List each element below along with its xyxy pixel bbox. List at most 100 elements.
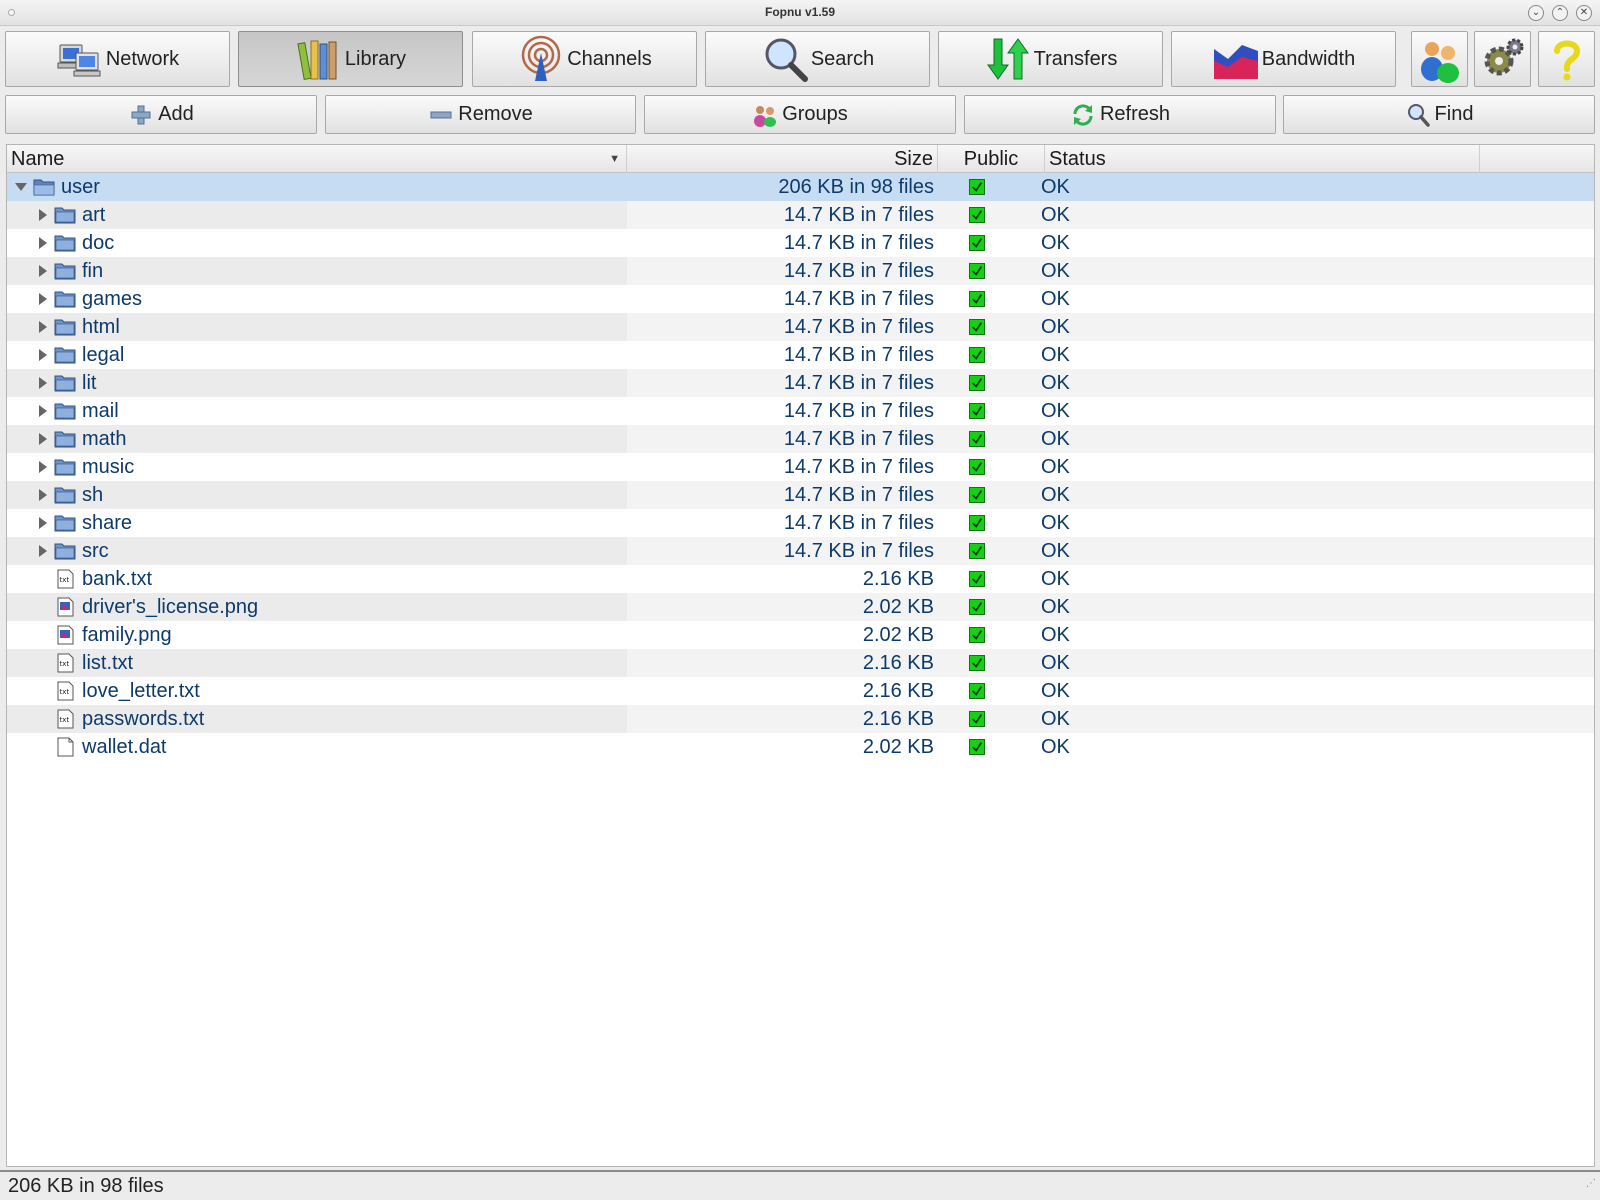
expand-arrow-icon[interactable] <box>36 265 48 277</box>
users-button[interactable] <box>1411 31 1468 87</box>
table-row[interactable]: txt bank.txt 2.16 KB OK <box>7 565 1594 593</box>
table-row[interactable]: fin 14.7 KB in 7 files OK <box>7 257 1594 285</box>
size-cell: 2.02 KB <box>862 736 934 758</box>
table-row[interactable]: share 14.7 KB in 7 files OK <box>7 509 1594 537</box>
expand-arrow-icon[interactable] <box>36 377 48 389</box>
expand-arrow-icon[interactable] <box>36 517 48 529</box>
item-name: wallet.dat <box>82 736 167 758</box>
public-checkbox[interactable] <box>969 375 985 391</box>
column-header-public[interactable]: Public <box>938 145 1045 173</box>
table-row[interactable]: driver's_license.png 2.02 KB OK <box>7 593 1594 621</box>
expand-arrow-icon[interactable] <box>36 489 48 501</box>
settings-button[interactable] <box>1474 31 1531 87</box>
resize-grip-icon[interactable]: ⋰ <box>1586 1170 1596 1198</box>
expand-arrow-icon[interactable] <box>36 349 48 361</box>
expand-arrow-icon[interactable] <box>36 433 48 445</box>
transfers-tab-button[interactable]: Transfers <box>938 31 1163 87</box>
public-checkbox[interactable] <box>969 403 985 419</box>
search-tab-button[interactable]: Search <box>705 31 930 87</box>
minimize-button[interactable]: ⌄ <box>1528 5 1544 21</box>
public-checkbox[interactable] <box>969 263 985 279</box>
public-checkbox[interactable] <box>969 599 985 615</box>
table-row[interactable]: txt list.txt 2.16 KB OK <box>7 649 1594 677</box>
table-row[interactable]: txt passwords.txt 2.16 KB OK <box>7 705 1594 733</box>
public-checkbox[interactable] <box>969 207 985 223</box>
expand-arrow-icon[interactable] <box>36 237 48 249</box>
title-bar: Fopnu v1.59 ⌄ ⌃ ✕ <box>0 0 1600 26</box>
folder-icon <box>54 235 76 252</box>
expand-arrow-icon[interactable] <box>36 461 48 473</box>
column-header-status[interactable]: Status <box>1045 145 1480 173</box>
public-checkbox[interactable] <box>969 627 985 643</box>
size-cell: 14.7 KB in 7 files <box>783 456 934 478</box>
library-tab-button[interactable]: Library <box>238 31 463 87</box>
channels-tab-button[interactable]: Channels <box>472 31 697 87</box>
public-checkbox[interactable] <box>969 711 985 727</box>
size-cell: 14.7 KB in 7 files <box>783 204 934 226</box>
public-checkbox[interactable] <box>969 571 985 587</box>
sort-descending-icon[interactable]: ▼ <box>609 145 620 173</box>
checkmark-icon <box>969 431 985 447</box>
maximize-button[interactable]: ⌃ <box>1552 5 1568 21</box>
public-checkbox[interactable] <box>969 235 985 251</box>
table-row[interactable]: family.png 2.02 KB OK <box>7 621 1594 649</box>
bandwidth-tab-button[interactable]: Bandwidth <box>1171 31 1396 87</box>
expand-arrow-icon[interactable] <box>36 293 48 305</box>
groups-button[interactable]: Groups <box>644 95 956 134</box>
table-row[interactable]: lit 14.7 KB in 7 files OK <box>7 369 1594 397</box>
table-row[interactable]: mail 14.7 KB in 7 files OK <box>7 397 1594 425</box>
table-row[interactable]: sh 14.7 KB in 7 files OK <box>7 481 1594 509</box>
public-checkbox[interactable] <box>969 543 985 559</box>
item-name: love_letter.txt <box>82 680 200 702</box>
broadcast-antenna-icon <box>521 35 561 81</box>
table-row[interactable]: games 14.7 KB in 7 files OK <box>7 285 1594 313</box>
public-checkbox[interactable] <box>969 683 985 699</box>
table-row[interactable]: html 14.7 KB in 7 files OK <box>7 313 1594 341</box>
table-row[interactable]: legal 14.7 KB in 7 files OK <box>7 341 1594 369</box>
public-checkbox[interactable] <box>969 179 985 195</box>
add-button[interactable]: Add <box>5 95 317 134</box>
table-row[interactable]: src 14.7 KB in 7 files OK <box>7 537 1594 565</box>
table-row[interactable]: doc 14.7 KB in 7 files OK <box>7 229 1594 257</box>
public-checkbox[interactable] <box>969 515 985 531</box>
expand-arrow-icon[interactable] <box>36 545 48 557</box>
name-cell: lit <box>7 369 627 397</box>
table-row[interactable]: user 206 KB in 98 files OK <box>7 173 1594 201</box>
table-row[interactable]: math 14.7 KB in 7 files OK <box>7 425 1594 453</box>
close-button[interactable]: ✕ <box>1576 5 1592 21</box>
name-cell: math <box>7 425 627 453</box>
folder-icon <box>54 375 76 392</box>
channels-tab-label: Channels <box>567 47 652 70</box>
public-checkbox[interactable] <box>969 291 985 307</box>
checkmark-icon <box>969 263 985 279</box>
public-checkbox[interactable] <box>969 655 985 671</box>
help-button[interactable] <box>1538 31 1595 87</box>
collapse-arrow-icon[interactable] <box>15 181 27 193</box>
network-tab-button[interactable]: Network <box>5 31 230 87</box>
public-checkbox[interactable] <box>969 739 985 755</box>
checkmark-icon <box>969 207 985 223</box>
refresh-button[interactable]: Refresh <box>964 95 1276 134</box>
expand-arrow-icon[interactable] <box>36 405 48 417</box>
item-name: share <box>82 512 133 534</box>
table-row[interactable]: wallet.dat 2.02 KB OK <box>7 733 1594 761</box>
public-checkbox[interactable] <box>969 319 985 335</box>
item-name: passwords.txt <box>82 708 205 730</box>
status-bar: 206 KB in 98 files ⋰ <box>0 1170 1600 1200</box>
table-row[interactable]: art 14.7 KB in 7 files OK <box>7 201 1594 229</box>
public-checkbox[interactable] <box>969 431 985 447</box>
table-row[interactable]: txt love_letter.txt 2.16 KB OK <box>7 677 1594 705</box>
expand-arrow-icon[interactable] <box>36 321 48 333</box>
table-row[interactable]: music 14.7 KB in 7 files OK <box>7 453 1594 481</box>
column-header-size[interactable]: Size <box>627 145 938 173</box>
column-header-name[interactable]: Name ▼ <box>7 145 627 173</box>
public-checkbox[interactable] <box>969 459 985 475</box>
table-header: Name ▼ Size Public Status <box>7 145 1594 173</box>
plus-icon <box>131 105 151 124</box>
folder-icon <box>54 459 76 476</box>
find-button[interactable]: Find <box>1283 95 1595 134</box>
remove-button[interactable]: Remove <box>325 95 636 134</box>
public-checkbox[interactable] <box>969 487 985 503</box>
public-checkbox[interactable] <box>969 347 985 363</box>
expand-arrow-icon[interactable] <box>36 209 48 221</box>
